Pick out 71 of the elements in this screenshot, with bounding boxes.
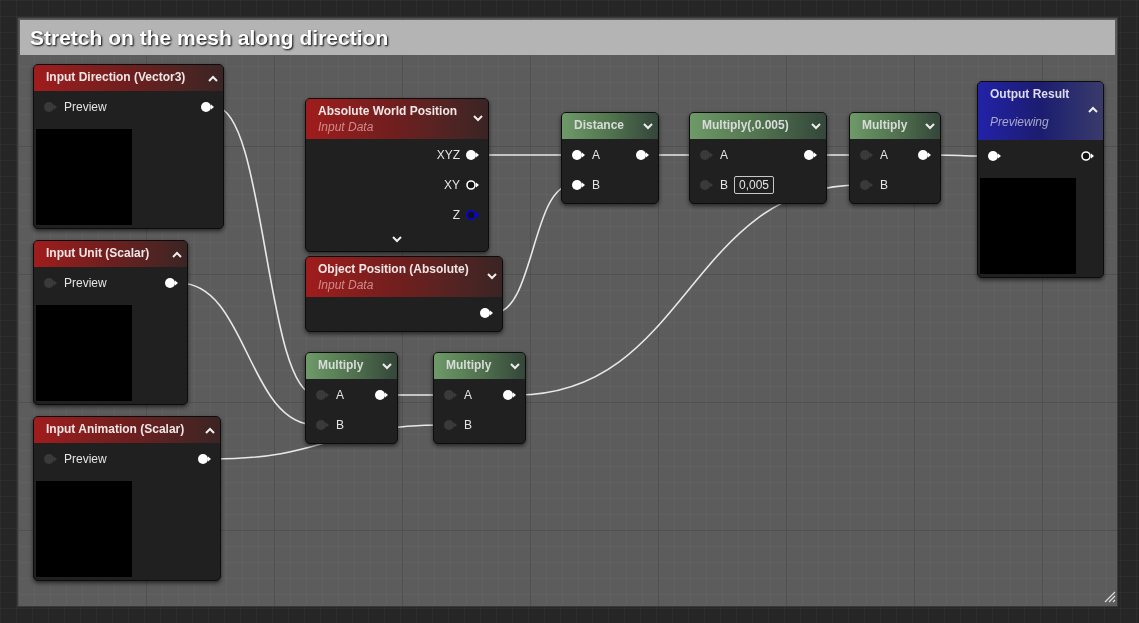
chevron-up-icon[interactable]	[205, 427, 215, 434]
graph-node[interactable]: Object Position (Absolute) Input Data	[305, 256, 503, 332]
pin-label: Preview	[64, 275, 107, 292]
pin-icon[interactable]	[988, 150, 1002, 162]
graph-node[interactable]: Output Result Previewing	[977, 81, 1104, 278]
node-title: Input Unit (Scalar)	[46, 245, 150, 261]
pin-icon[interactable]	[572, 149, 586, 161]
graph-node[interactable]: Multiply A B	[433, 352, 526, 444]
value-field[interactable]: 0,005	[734, 176, 775, 194]
node-title: Object Position (Absolute)	[318, 261, 469, 277]
node-title: Multiply	[862, 117, 908, 133]
pin-label: A	[336, 387, 344, 404]
node-subtitle: Input Data	[318, 119, 374, 135]
pin-icon[interactable]	[480, 307, 494, 319]
node-subtitle: Input Data	[318, 277, 374, 293]
pin-icon[interactable]	[466, 179, 480, 191]
graph-node[interactable]: Absolute World Position Input Data XYZ XY Z	[305, 98, 489, 252]
chevron-down-icon[interactable]	[392, 235, 402, 243]
pin-icon[interactable]	[375, 389, 389, 401]
pin-label: Preview	[64, 99, 107, 116]
pin-label: A	[720, 147, 728, 164]
graph-node[interactable]: Input Animation (Scalar) Preview	[33, 416, 221, 581]
pin-icon[interactable]	[804, 149, 818, 161]
pin-icon[interactable]	[165, 277, 179, 289]
pin-label: A	[464, 387, 472, 404]
node-title: Input Animation (Scalar)	[46, 421, 185, 437]
pin-icon[interactable]	[572, 179, 586, 191]
graph-node[interactable]: Input Unit (Scalar) Preview	[33, 240, 188, 405]
node-title: Distance	[574, 117, 625, 133]
pin-icon[interactable]	[466, 149, 480, 161]
pin-label: XYZ	[436, 147, 460, 164]
node-title: Multiply(,0.005)	[702, 117, 789, 133]
pin-label: Z	[452, 207, 460, 224]
pin-label: B	[464, 417, 472, 434]
pin-label: B	[880, 177, 888, 194]
node-title: Multiply	[446, 357, 492, 373]
pin-label: Preview	[64, 451, 107, 468]
pin-icon[interactable]	[636, 149, 650, 161]
pin-icon[interactable]	[1081, 150, 1095, 162]
pin-label: B	[336, 417, 344, 434]
pin-icon[interactable]	[503, 389, 517, 401]
node-subtitle: Previewing	[990, 114, 1049, 130]
chevron-down-icon[interactable]	[473, 115, 483, 122]
comment-title: Stretch on the mesh along direction	[30, 24, 389, 51]
chevron-down-icon[interactable]	[811, 123, 821, 130]
chevron-up-icon[interactable]	[1088, 106, 1098, 113]
chevron-up-icon[interactable]	[172, 251, 182, 258]
graph-node[interactable]: Distance A B	[561, 112, 659, 204]
graph-node[interactable]: Multiply A B	[305, 352, 398, 444]
chevron-down-icon[interactable]	[382, 363, 392, 370]
chevron-down-icon[interactable]	[510, 363, 520, 370]
node-title: Multiply	[318, 357, 364, 373]
graph-node[interactable]: Input Direction (Vector3) Preview	[33, 64, 224, 229]
node-title: Absolute World Position	[318, 103, 458, 119]
pin-label: B	[720, 177, 728, 194]
node-title: Output Result	[990, 86, 1070, 102]
pin-icon[interactable]	[201, 101, 215, 113]
pin-icon[interactable]	[918, 149, 932, 161]
graph-node[interactable]: Multiply A B	[849, 112, 941, 204]
pin-label: XY	[444, 177, 460, 194]
pin-label: A	[592, 147, 600, 164]
pin-label: A	[880, 147, 888, 164]
graph-node[interactable]: Multiply(,0.005) A B 0,005	[689, 112, 827, 204]
pin-label: B	[592, 177, 600, 194]
chevron-down-icon[interactable]	[643, 123, 653, 130]
node-title: Input Direction (Vector3)	[46, 69, 186, 85]
chevron-up-icon[interactable]	[208, 75, 218, 82]
chevron-down-icon[interactable]	[925, 123, 935, 130]
pin-icon[interactable]	[198, 453, 212, 465]
chevron-down-icon[interactable]	[487, 273, 497, 280]
resize-handle-icon[interactable]	[1104, 591, 1116, 603]
